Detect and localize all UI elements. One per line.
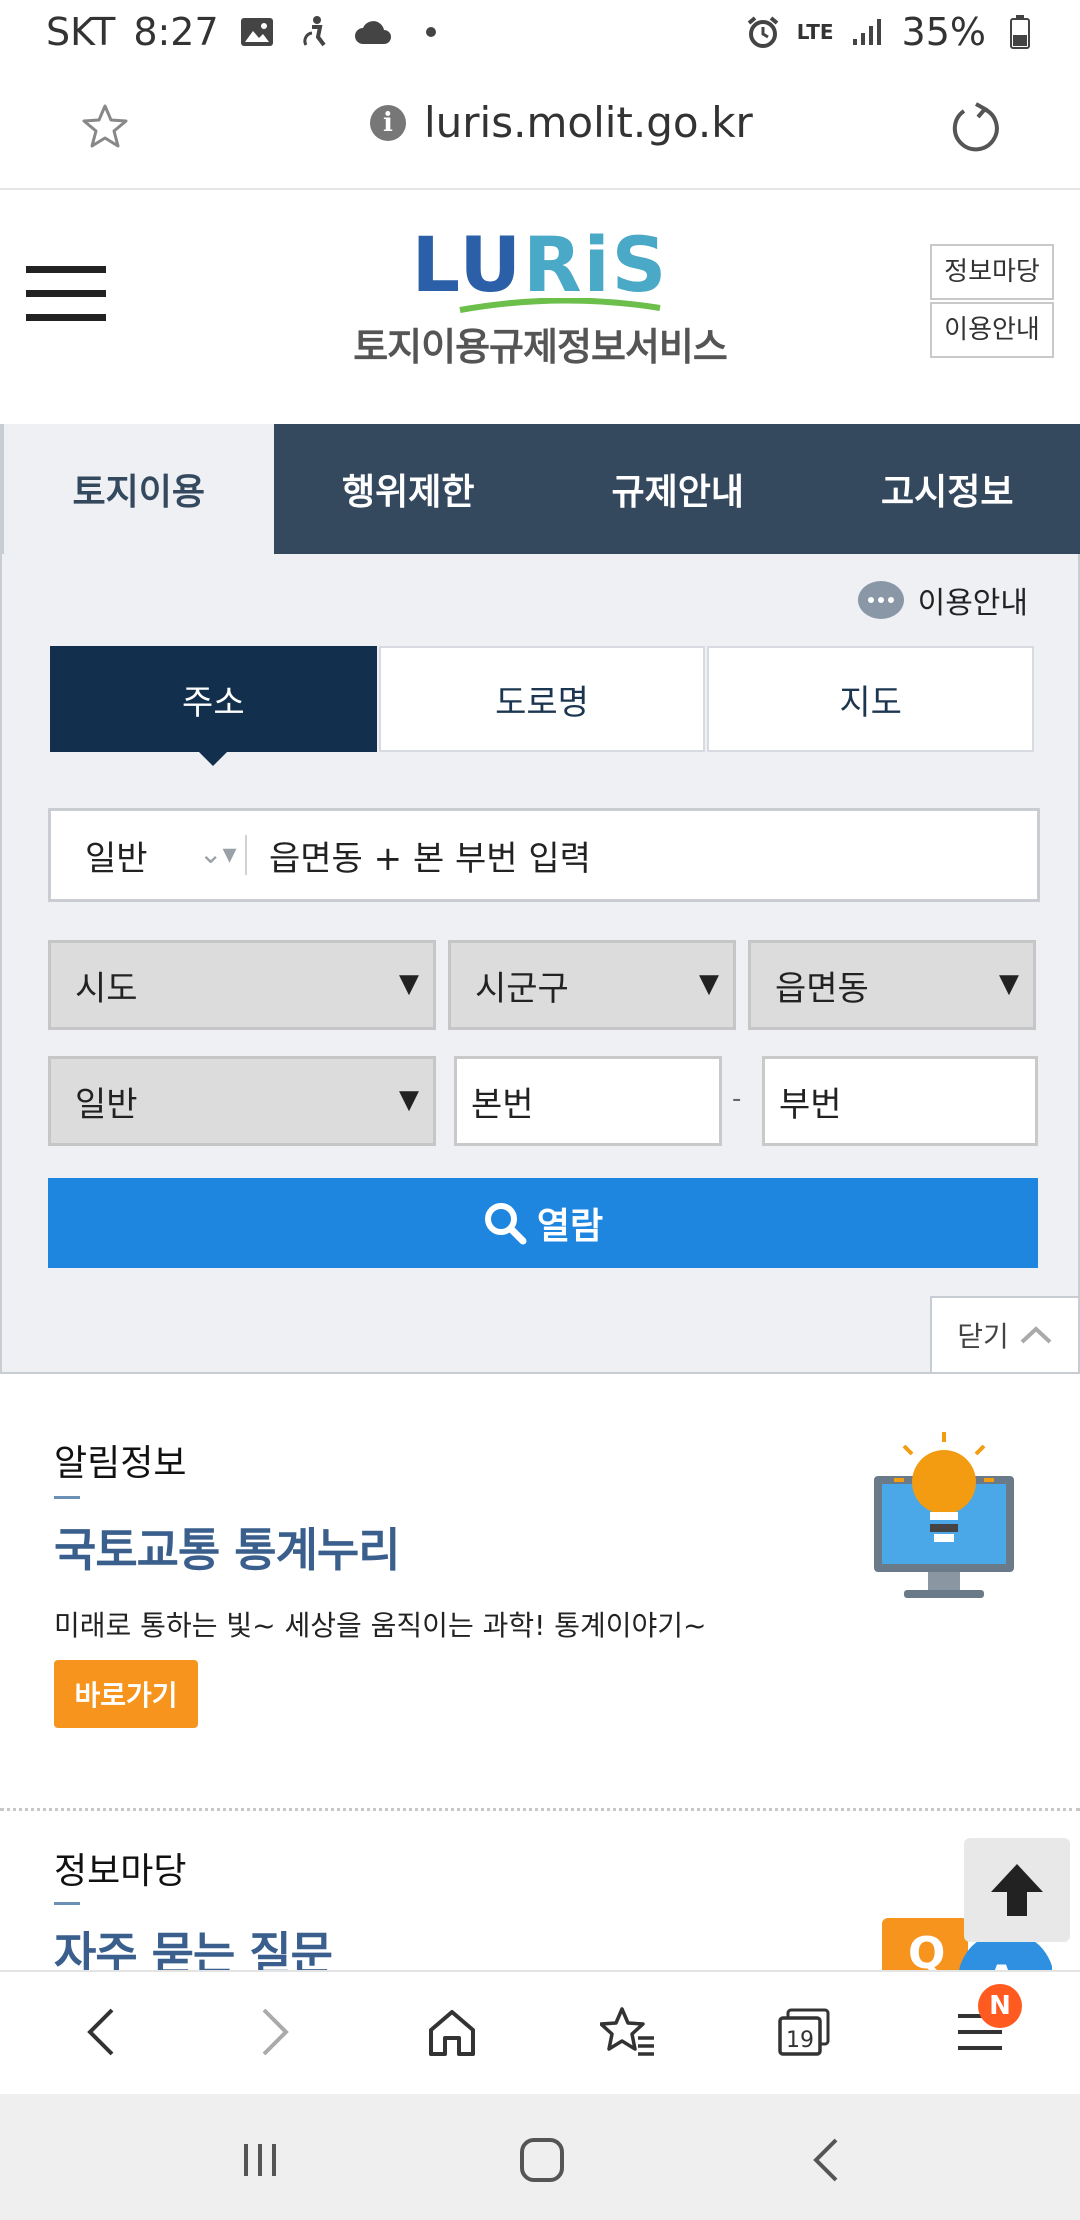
sigungu-select[interactable]: 시군구 ▼ [448,940,736,1030]
sub-number-input[interactable]: 부번 [762,1056,1038,1146]
dropdown-arrow-icon: ▼ [399,969,419,999]
search-type-select[interactable]: 일반 ⌄▾ [51,811,247,899]
close-panel-button[interactable]: 닫기 [930,1296,1080,1374]
site-info-icon[interactable]: i [370,104,406,141]
tab-action-restriction[interactable]: 행위제한 [274,424,544,554]
battery-icon [1000,12,1040,52]
land-type-select[interactable]: 일반 ▼ [48,1056,436,1146]
browser-bottom-nav: 19 [0,1970,1080,2094]
site-header: LURiS 토지이용규제정보서비스 정보마당 이용안내 [0,190,1080,424]
close-panel-label: 닫기 [957,1320,1009,1353]
logo-swoosh [459,298,661,313]
back-icon[interactable] [68,2000,132,2064]
lot-number-row: 일반 ▼ 본번 - 부번 [48,1056,1038,1146]
main-number-input[interactable]: 본번 [454,1056,722,1146]
faq-divider [54,1902,80,1905]
menu-hamburger-icon[interactable] [26,266,106,322]
network-type-label: LTE [796,20,834,44]
tab-notice-info[interactable]: 고시정보 [813,424,1080,554]
status-right: LTE 35% [743,10,1040,54]
logo-subtitle: 토지이용규제정보서비스 [353,325,728,369]
reload-icon[interactable] [948,100,1004,156]
url-display[interactable]: i luris.molit.go.kr [370,98,753,147]
system-back-icon[interactable] [796,2130,856,2190]
tab-road-name[interactable]: 도로명 [378,646,706,752]
info-yard-link[interactable]: 정보마당 [930,244,1054,300]
land-type-select-value: 일반 [75,1084,138,1125]
view-button-label: 열람 [536,1206,604,1247]
cloud-icon [353,12,393,52]
status-left: SKT 8:27 [46,10,451,54]
search-type-value: 일반 [85,838,148,879]
section-divider [0,1808,1080,1811]
recent-apps-icon[interactable] [230,2130,290,2190]
chat-bubble-icon [857,581,904,619]
dropdown-arrow-icon: ▼ [399,1085,419,1115]
notice-divider [54,1496,80,1499]
faq-section: 정보마당 자주 묻는 질문 Q A [0,1812,1080,1970]
usage-guide-label: 이용안내 [917,586,1028,621]
battery-percent: 35% [901,10,986,54]
arrow-up-icon [991,1864,1043,1916]
dropdown-arrow-icon: ▼ [699,969,719,999]
eupmyeondong-select-value: 읍면동 [775,968,869,1009]
notice-section: 알림정보 국토교통 통계누리 미래로 통하는 빛~ 세상을 움직이는 과학! 통… [0,1376,1080,1808]
usage-guide-button[interactable]: 이용안내 [857,578,1028,622]
chevron-up-icon [1020,1326,1052,1344]
browser-address-bar: i luris.molit.go.kr [0,68,1080,190]
accessibility-icon [295,12,335,52]
address-search-input[interactable]: 읍면동 + 본 부번 입력 [255,811,1035,899]
tab-map[interactable]: 지도 [707,646,1035,752]
bookmark-star-icon[interactable] [80,102,130,152]
bookmarks-icon[interactable] [596,2000,660,2064]
faq-title[interactable]: 자주 묻는 질문 [54,1918,333,1970]
home-button-icon[interactable] [512,2130,572,2190]
logo-wordmark: LURiS [411,220,669,309]
search-mode-tabs: 주소 도로명 지도 [50,646,1035,766]
search-icon [484,1203,527,1245]
carrier-label: SKT [46,10,116,54]
tab-land-use[interactable]: 토지이용 [2,424,274,554]
gallery-icon [237,12,277,52]
goto-button[interactable]: 바로가기 [54,1660,198,1728]
clock: 8:27 [133,10,219,54]
dropdown-arrow-icon: ▼ [999,969,1019,999]
notice-title[interactable]: 국토교통 통계누리 [54,1514,401,1580]
search-separator [245,835,247,875]
main-tabs: 토지이용 행위제한 규제안내 고시정보 [2,424,1080,554]
tab-regulation-guide[interactable]: 규제안내 [543,424,813,554]
menu-notification-badge: N [978,1984,1022,2028]
url-text: luris.molit.go.kr [424,98,753,147]
svg-text:Q: Q [908,1928,945,1970]
notice-label: 알림정보 [54,1443,187,1484]
luris-logo[interactable]: LURiS 토지이용규제정보서비스 [340,220,740,390]
faq-label: 정보마당 [54,1851,187,1892]
svg-text:A: A [986,1958,1017,1970]
view-button[interactable]: 열람 [48,1178,1038,1268]
notice-description: 미래로 통하는 빛~ 세상을 움직이는 과학! 통계이야기~ [54,1609,707,1642]
system-navigation-bar [0,2094,1080,2220]
alarm-icon [743,12,783,52]
scroll-to-top-button[interactable] [964,1838,1070,1942]
chevron-down-icon: ⌄▾ [199,837,237,870]
tabs-icon[interactable]: 19 [772,2000,836,2064]
eupmyeondong-select[interactable]: 읍면동 ▼ [748,940,1036,1030]
header-links: 정보마당 이용안내 [930,244,1054,358]
region-select-row: 시도 ▼ 시군구 ▼ 읍면동 ▼ [48,940,1038,1030]
address-search-box: 일반 ⌄▾ 읍면동 + 본 부번 입력 [48,808,1040,902]
tab-address[interactable]: 주소 [50,646,377,766]
number-dash: - [732,1084,742,1114]
usage-guide-link[interactable]: 이용안내 [930,302,1054,358]
status-bar: SKT 8:27 LTE 35% [0,0,1080,68]
tabs-count: 19 [786,2028,814,2053]
search-panel: 토지이용 행위제한 규제안내 고시정보 이용안내 주소 도로명 지도 일반 ⌄▾… [0,424,1080,1374]
forward-icon[interactable] [244,2000,308,2064]
home-icon[interactable] [420,2000,484,2064]
sido-select[interactable]: 시도 ▼ [48,940,436,1030]
signal-icon [848,12,888,52]
sido-select-value: 시도 [75,968,138,1009]
more-notifications-dot-icon [411,12,451,52]
sigungu-select-value: 시군구 [475,968,569,1009]
monitor-lightbulb-icon [864,1430,1024,1610]
